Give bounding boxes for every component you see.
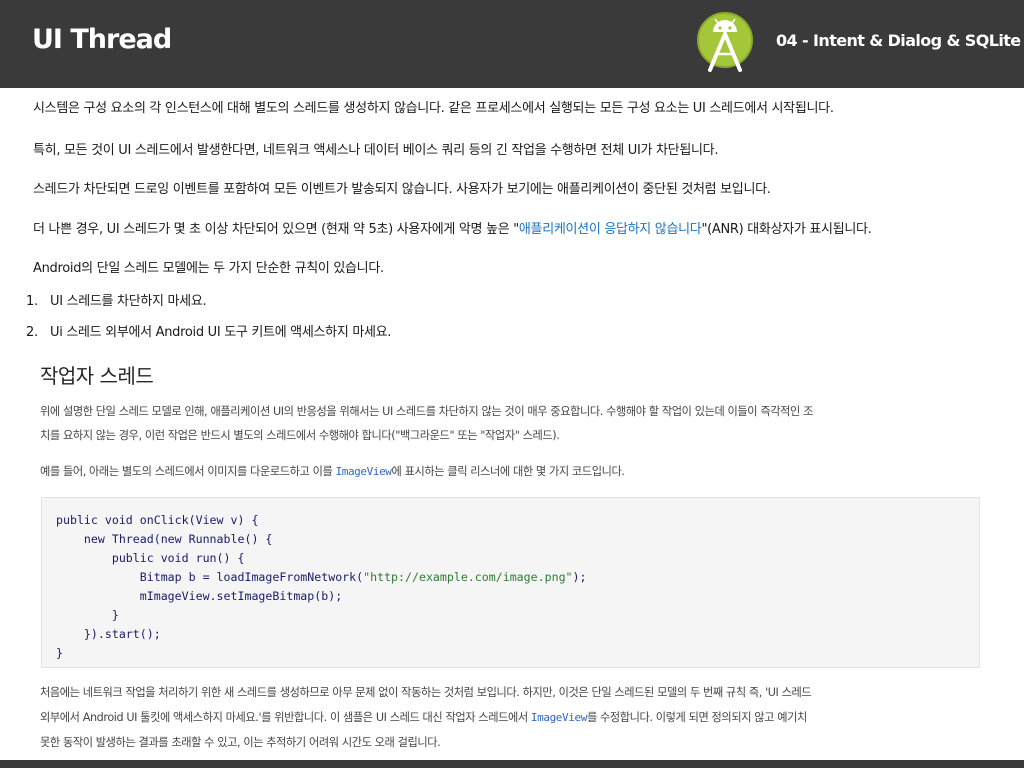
rule-number: 2. bbox=[26, 325, 38, 340]
slide-header: UI Thread 04 - Intent & Dialog & SQLite bbox=[0, 0, 1024, 88]
anr-text-after: "(ANR) 대화상자가 표시됩니다. bbox=[701, 222, 872, 237]
code-segment: Bitmap b = loadImageFromNetwork( bbox=[56, 570, 364, 584]
imageview-code-ref[interactable]: ImageView bbox=[336, 465, 392, 478]
rule-text: Ui 스레드 외부에서 Android UI 도구 키트에 액세스하지 마세요. bbox=[50, 325, 392, 340]
code-string: "http://example.com/image.png" bbox=[363, 570, 573, 584]
slide-title: UI Thread bbox=[32, 24, 172, 55]
code-line: } bbox=[56, 646, 63, 660]
code-line: }).start(); bbox=[56, 627, 161, 641]
rule-text: UI 스레드를 차단하지 마세요. bbox=[50, 294, 207, 309]
code-line: Bitmap b = loadImageFromNetwork("http://… bbox=[56, 570, 587, 584]
code-line: public void run() { bbox=[56, 551, 245, 565]
doc-text-line: 치를 요하지 않는 경우, 이런 작업은 반드시 별도의 스레드에서 수행해야 … bbox=[40, 429, 560, 442]
doc-text-segment: 에 표시하는 클릭 리스너에 대한 몇 가지 코드입니다. bbox=[391, 465, 625, 478]
doc-text-segment: 외부에서 Android UI 툴킷에 액세스하지 마세요.'를 위반합니다. … bbox=[40, 711, 531, 724]
rule-number: 1. bbox=[26, 294, 38, 309]
anr-text-before: 더 나쁜 경우, UI 스레드가 몇 초 이상 차단되어 있으면 (현재 약 5… bbox=[33, 222, 519, 237]
chapter-label: 04 - Intent & Dialog & SQLite bbox=[776, 31, 1021, 50]
code-line: } bbox=[56, 608, 119, 622]
paragraph-anr: 더 나쁜 경우, UI 스레드가 몇 초 이상 차단되어 있으면 (현재 약 5… bbox=[33, 221, 872, 239]
code-line: public void onClick(View v) { bbox=[56, 513, 259, 527]
code-segment: ); bbox=[572, 570, 587, 584]
code-line: mImageView.setImageBitmap(b); bbox=[56, 589, 343, 603]
footer-bar bbox=[0, 760, 1024, 768]
doc-heading: 작업자 스레드 bbox=[40, 364, 154, 388]
doc-text-line: 위에 설명한 단일 스레드 모델로 인해, 애플리케이션 UI의 반응성을 위해… bbox=[40, 405, 813, 418]
doc-text-line: 처음에는 네트워크 작업을 처리하기 위한 새 스레드를 생성하므로 아무 문제… bbox=[40, 686, 812, 699]
doc-text-segment: 를 수정합니다. 이렇게 되면 정의되지 않고 예기치 bbox=[586, 711, 807, 724]
imageview-code-ref[interactable]: ImageView bbox=[531, 711, 587, 724]
doc-text-line: 외부에서 Android UI 툴킷에 액세스하지 마세요.'를 위반합니다. … bbox=[40, 706, 807, 730]
doc-text-segment: 예를 들어, 아래는 별도의 스레드에서 이미지를 다운로드하고 이를 bbox=[40, 465, 336, 478]
paragraph-rules-intro: Android의 단일 스레드 모델에는 두 가지 단순한 규칙이 있습니다. bbox=[33, 261, 384, 276]
android-studio-icon bbox=[697, 12, 753, 72]
paragraph-thread-creation: 시스템은 구성 요소의 각 인스턴스에 대해 별도의 스레드를 생성하지 않습니… bbox=[33, 101, 834, 116]
anr-link[interactable]: 애플리케이션이 응답하지 않습니다 bbox=[519, 222, 702, 237]
doc-text-line: 못한 동작이 발생하는 결과를 초래할 수 있고, 이는 추적하기 어려워 시간… bbox=[40, 736, 441, 749]
rule-item-1: 1. UI 스레드를 차단하지 마세요. bbox=[26, 293, 207, 311]
rule-item-2: 2. Ui 스레드 외부에서 Android UI 도구 키트에 액세스하지 마세… bbox=[26, 324, 391, 342]
doc-text-line: 예를 들어, 아래는 별도의 스레드에서 이미지를 다운로드하고 이를 Imag… bbox=[40, 460, 625, 484]
paragraph-events: 스레드가 차단되면 드로잉 이벤트를 포함하여 모든 이벤트가 발송되지 않습니… bbox=[33, 182, 771, 197]
code-block: public void onClick(View v) { new Thread… bbox=[41, 497, 980, 668]
code-line: new Thread(new Runnable() { bbox=[56, 532, 273, 546]
paragraph-blocking: 특히, 모든 것이 UI 스레드에서 발생한다면, 네트워크 액세스나 데이터 … bbox=[33, 143, 719, 158]
